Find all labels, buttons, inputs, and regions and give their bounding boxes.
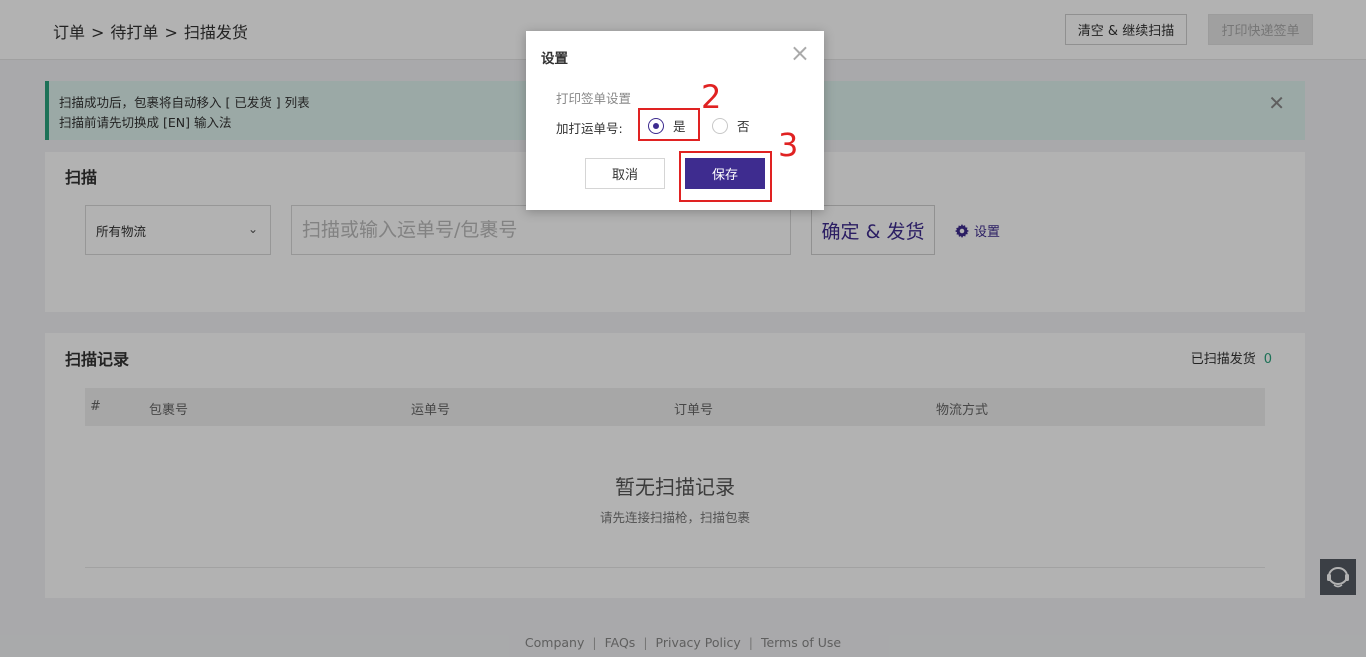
radio-button-unchecked[interactable]	[712, 117, 728, 134]
cancel-button[interactable]: 取消	[585, 158, 665, 189]
annotation-number-3: 3	[778, 126, 799, 164]
dialog-title: 设置	[541, 51, 568, 67]
add-tracking-label: 加打运单号:	[556, 121, 623, 136]
close-icon[interactable]: ×	[790, 41, 810, 65]
annotation-number-2: 2	[701, 78, 722, 116]
print-settings-label: 打印签单设置	[556, 91, 632, 106]
annotation-box-step2	[638, 108, 700, 141]
annotation-box-step3	[679, 151, 772, 202]
radio-option-no[interactable]: 否	[712, 116, 750, 135]
radio-label-no: 否	[737, 119, 750, 134]
